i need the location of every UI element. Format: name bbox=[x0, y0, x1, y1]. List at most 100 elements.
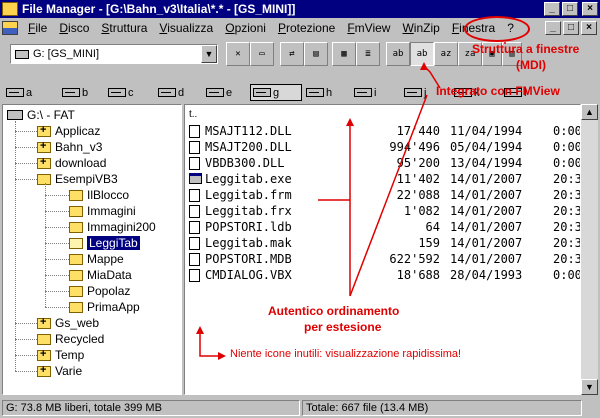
file-row[interactable]: MSAJT200.DLL 994'496 05/04/1994 0:00 bbox=[185, 139, 580, 155]
tree-item-label: Immagini bbox=[87, 204, 136, 218]
tree-item[interactable]: Recycled bbox=[37, 331, 104, 347]
mdi-child-icon[interactable] bbox=[2, 21, 18, 35]
menu-visualizza[interactable]: Visualizza bbox=[153, 21, 219, 35]
file-name: VBDB300.DLL bbox=[205, 156, 285, 170]
share-button[interactable]: ▭ bbox=[250, 42, 274, 66]
mdi-close-button[interactable]: × bbox=[581, 21, 597, 35]
menu-protezione[interactable]: Protezione bbox=[272, 21, 341, 35]
sort-by-name-button[interactable]: ab bbox=[386, 42, 410, 66]
connect-network-button[interactable]: ⇄ bbox=[280, 42, 304, 66]
annotation-sort-1: Autentico ordinamento bbox=[268, 304, 400, 318]
tree-connector bbox=[45, 275, 69, 276]
file-name: Leggitab.exe bbox=[205, 172, 292, 186]
file-row[interactable]: Leggitab.mak 159 14/01/2007 20:38 bbox=[185, 235, 580, 251]
chevron-down-icon[interactable]: ▼ bbox=[201, 45, 217, 63]
tree-item-label: PrimaApp bbox=[87, 300, 140, 314]
file-name: POPSTORI.MDB bbox=[205, 252, 292, 266]
tree-item[interactable]: Varie bbox=[37, 363, 82, 379]
tree-item-label: EsempiVB3 bbox=[55, 172, 118, 186]
stop-sharing-button[interactable]: ▤ bbox=[304, 42, 328, 66]
scroll-up-button[interactable]: ▲ bbox=[581, 104, 598, 120]
menu-opzioni[interactable]: Opzioni bbox=[219, 21, 272, 35]
annotation-fmview: Integrato con FMView bbox=[436, 84, 560, 98]
folder-icon bbox=[69, 221, 83, 233]
tree-item[interactable]: EsempiVB3 bbox=[37, 171, 118, 187]
drive-a[interactable]: a bbox=[4, 84, 56, 101]
tree-item[interactable]: Popolaz bbox=[69, 283, 130, 299]
tree-item[interactable]: PrimaApp bbox=[69, 299, 140, 315]
drive-i[interactable]: i bbox=[352, 84, 404, 101]
drive-h[interactable]: h bbox=[304, 84, 356, 101]
file-date: 05/04/1994 bbox=[450, 140, 523, 154]
tree-connector bbox=[45, 183, 46, 307]
folder-icon bbox=[69, 189, 83, 201]
folder-icon bbox=[69, 269, 83, 281]
parent-folder-icon[interactable]: t.. bbox=[189, 109, 197, 120]
file-time: 0:00 bbox=[553, 268, 581, 282]
sort-by-type-button[interactable]: ab bbox=[410, 42, 434, 66]
close-button[interactable]: × bbox=[582, 2, 598, 16]
tree-root[interactable]: G:\ - FAT bbox=[7, 107, 75, 123]
tree-item[interactable]: Immagini200 bbox=[69, 219, 156, 235]
drive-b[interactable]: b bbox=[60, 84, 112, 101]
file-row[interactable]: MSAJT112.DLL 17'440 11/04/1994 0:00 bbox=[185, 123, 580, 139]
file-size: 18'688 bbox=[396, 268, 440, 282]
drive-c[interactable]: c bbox=[106, 84, 158, 101]
view-details-button[interactable]: ≣ bbox=[356, 42, 380, 66]
minimize-button[interactable]: _ bbox=[544, 2, 560, 16]
document-icon bbox=[189, 189, 200, 202]
file-row[interactable]: POPSTORI.ldb 64 14/01/2007 20:37 bbox=[185, 219, 580, 235]
application-icon bbox=[189, 173, 202, 184]
file-row[interactable]: VBDB300.DLL 95'200 13/04/1994 0:00 bbox=[185, 155, 580, 171]
hard-drive-icon bbox=[354, 88, 372, 97]
annotation-mdi: Struttura a finestre bbox=[472, 42, 580, 56]
file-date: 14/01/2007 bbox=[450, 236, 523, 250]
tree-item[interactable]: Immagini bbox=[69, 203, 136, 219]
maximize-button[interactable]: □ bbox=[562, 2, 578, 16]
menu-struttura[interactable]: Struttura bbox=[95, 21, 153, 35]
tree-item[interactable]: Temp bbox=[37, 347, 84, 363]
file-row[interactable]: CMDIALOG.VBX 18'688 28/04/1993 0:00 bbox=[185, 267, 581, 283]
file-row[interactable]: POPSTORI.MDB 622'592 14/01/2007 20:37 bbox=[185, 251, 580, 267]
file-row[interactable]: Leggitab.frm 22'088 14/01/2007 20:37 bbox=[185, 187, 580, 203]
file-date: 14/01/2007 bbox=[450, 252, 523, 266]
view-large-icons-button[interactable]: ▦ bbox=[332, 42, 356, 66]
status-bar: G: 73.8 MB liberi, totale 399 MB Totale:… bbox=[0, 398, 600, 418]
tree-item[interactable]: LeggiTab bbox=[69, 235, 140, 251]
drive-g[interactable]: g bbox=[250, 84, 302, 101]
tree-item[interactable]: download bbox=[37, 155, 106, 171]
tree-item[interactable]: Mappe bbox=[69, 251, 124, 267]
menu-file[interactable]: File bbox=[22, 21, 53, 35]
tree-item[interactable]: Applicaz bbox=[37, 123, 100, 139]
hard-drive-icon bbox=[404, 88, 422, 97]
folder-icon bbox=[69, 205, 83, 217]
drive-d[interactable]: d bbox=[156, 84, 208, 101]
drive-e[interactable]: e bbox=[204, 84, 256, 101]
mdi-minimize-button[interactable]: _ bbox=[545, 21, 561, 35]
annotation-mdi-sub: (MDI) bbox=[516, 58, 546, 72]
sort-by-size-button[interactable]: az bbox=[434, 42, 458, 66]
file-list-scrollbar[interactable]: ▲ ▼ bbox=[581, 104, 598, 395]
file-row[interactable]: Leggitab.frx 1'082 14/01/2007 20:37 bbox=[185, 203, 580, 219]
tree-item-label: Bahn_v3 bbox=[55, 140, 103, 154]
disconnect-drive-button[interactable]: ✕ bbox=[226, 42, 250, 66]
document-icon bbox=[189, 253, 200, 266]
folder-icon bbox=[37, 316, 51, 329]
hard-drive-icon bbox=[206, 88, 224, 97]
directory-tree[interactable]: G:\ - FAT Applicaz Bahn_v3 download EsempiV… bbox=[2, 104, 182, 395]
mdi-restore-button[interactable]: □ bbox=[563, 21, 579, 35]
menu-winzip[interactable]: WinZip bbox=[396, 21, 445, 35]
menu-fmview[interactable]: FmView bbox=[341, 21, 396, 35]
file-manager-app-icon[interactable] bbox=[2, 2, 18, 16]
drive-dropdown[interactable]: G: [GS_MINI] ▼ bbox=[10, 44, 218, 64]
tree-item[interactable]: IlBlocco bbox=[69, 187, 129, 203]
tree-item[interactable]: Bahn_v3 bbox=[37, 139, 102, 155]
menu-disco[interactable]: Disco bbox=[53, 21, 95, 35]
status-free-space: G: 73.8 MB liberi, totale 399 MB bbox=[2, 400, 300, 416]
tree-item[interactable]: Gs_web bbox=[37, 315, 99, 331]
file-row[interactable]: Leggitab.exe 11'402 14/01/2007 20:38 bbox=[185, 171, 580, 187]
scroll-down-button[interactable]: ▼ bbox=[581, 379, 598, 395]
title-bar[interactable]: File Manager - [G:\Bahn_v3\Italia\*.* - … bbox=[0, 0, 600, 18]
tree-item[interactable]: MiaData bbox=[69, 267, 132, 283]
tree-connector bbox=[15, 179, 37, 180]
